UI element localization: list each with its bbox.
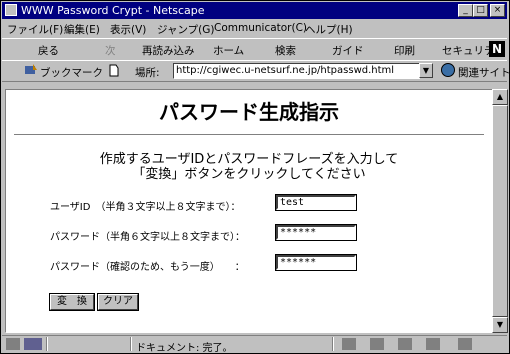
search-button[interactable]: 検索 xyxy=(275,43,296,58)
clear-button[interactable]: クリア xyxy=(97,293,139,311)
userid-label: ユーザID （半角３文字以上８文字まで）： xyxy=(50,202,241,213)
password-input[interactable]: ****** xyxy=(275,224,357,241)
page-content: パスワード生成指示 作成するユーザIDとパスワードフレーズを入力して 「変換」ボ… xyxy=(5,89,493,333)
menu-bar: ファイル(F) 編集(E) 表示(V) ジャンプ(G) Communicator… xyxy=(2,20,507,37)
scroll-up-button[interactable]: ▲ xyxy=(492,89,508,105)
minimize-button[interactable]: _ xyxy=(458,4,473,17)
location-toolbar: ブックマーク 場所: http://cgiwec.u-netsurf.ne.jp… xyxy=(2,60,510,82)
forward-button[interactable]: 次 xyxy=(105,43,116,58)
password-confirm-label: パスワード（確認のため、もう一度） ： xyxy=(50,262,245,273)
horizontal-rule xyxy=(14,134,484,136)
edit-icon[interactable] xyxy=(458,338,472,350)
guide-button[interactable]: ガイド xyxy=(332,43,364,58)
home-button[interactable]: ホーム xyxy=(213,43,244,58)
window-title: WWW Password Crypt - Netscape xyxy=(21,4,205,17)
vertical-scrollbar[interactable]: ▲ ▼ xyxy=(492,89,508,333)
connection-icon xyxy=(24,338,42,350)
menu-communicator[interactable]: Communicator(C) xyxy=(214,22,307,34)
netscape-logo: N xyxy=(489,41,505,57)
bookmark-icon xyxy=(25,64,37,74)
status-text: ドキュメント: 完了。 xyxy=(136,343,233,354)
browser-window: WWW Password Crypt - Netscape _ □ × ファイル… xyxy=(0,0,510,354)
navigation-toolbar: 戻る 次 再読み込み ホーム 検索 ガイド 印刷 セキュリティ N xyxy=(2,38,507,61)
mail-icon[interactable] xyxy=(370,338,384,350)
menu-help[interactable]: ヘルプ(H) xyxy=(305,22,353,37)
url-dropdown-button[interactable]: ▼ xyxy=(419,63,433,78)
status-separator xyxy=(130,337,132,351)
status-separator xyxy=(46,337,48,351)
page-proxy-icon[interactable] xyxy=(108,64,120,77)
reload-button[interactable]: 再読み込み xyxy=(142,43,195,58)
instructions-line-1: 作成するユーザIDとパスワードフレーズを入力して xyxy=(99,152,399,167)
scroll-down-button[interactable]: ▼ xyxy=(492,317,508,333)
composer-icon[interactable] xyxy=(426,338,440,350)
netscape-window-icon xyxy=(5,4,17,16)
title-bar: WWW Password Crypt - Netscape _ □ × xyxy=(2,2,507,19)
discussion-icon[interactable] xyxy=(398,338,412,350)
status-bar: ドキュメント: 完了。 xyxy=(2,335,507,354)
bookmarks-button[interactable]: ブックマーク xyxy=(40,65,103,80)
location-label: 場所: xyxy=(135,67,160,79)
print-button[interactable]: 印刷 xyxy=(394,43,415,58)
globe-icon xyxy=(441,63,455,77)
menu-edit[interactable]: 編集(E) xyxy=(64,22,100,37)
navigator-icon[interactable] xyxy=(342,338,356,350)
scroll-thumb[interactable] xyxy=(492,105,508,317)
related-sites-button[interactable]: 関連サイト xyxy=(458,65,510,80)
back-button[interactable]: 戻る xyxy=(38,43,59,58)
url-input[interactable]: http://cgiwec.u-netsurf.ne.jp/htpasswd.h… xyxy=(173,63,420,79)
security-lock-icon[interactable] xyxy=(6,338,20,350)
instructions-line-2: 「変換」ボタンをクリックしてください xyxy=(132,167,366,182)
maximize-button[interactable]: □ xyxy=(473,4,488,17)
convert-button[interactable]: 変 換 xyxy=(49,293,95,311)
status-separator xyxy=(332,337,334,351)
close-button[interactable]: × xyxy=(490,4,505,17)
password-label: パスワード（半角６文字以上８文字まで）： xyxy=(50,232,245,243)
password-confirm-input[interactable]: ****** xyxy=(275,254,357,271)
menu-view[interactable]: 表示(V) xyxy=(110,22,146,37)
menu-file[interactable]: ファイル(F) xyxy=(7,22,63,37)
userid-input[interactable]: test xyxy=(275,194,357,211)
instructions: 作成するユーザIDとパスワードフレーズを入力して 「変換」ボタンをクリックしてく… xyxy=(6,152,492,182)
page-heading: パスワード生成指示 xyxy=(159,100,339,124)
menu-go[interactable]: ジャンプ(G) xyxy=(157,22,215,37)
